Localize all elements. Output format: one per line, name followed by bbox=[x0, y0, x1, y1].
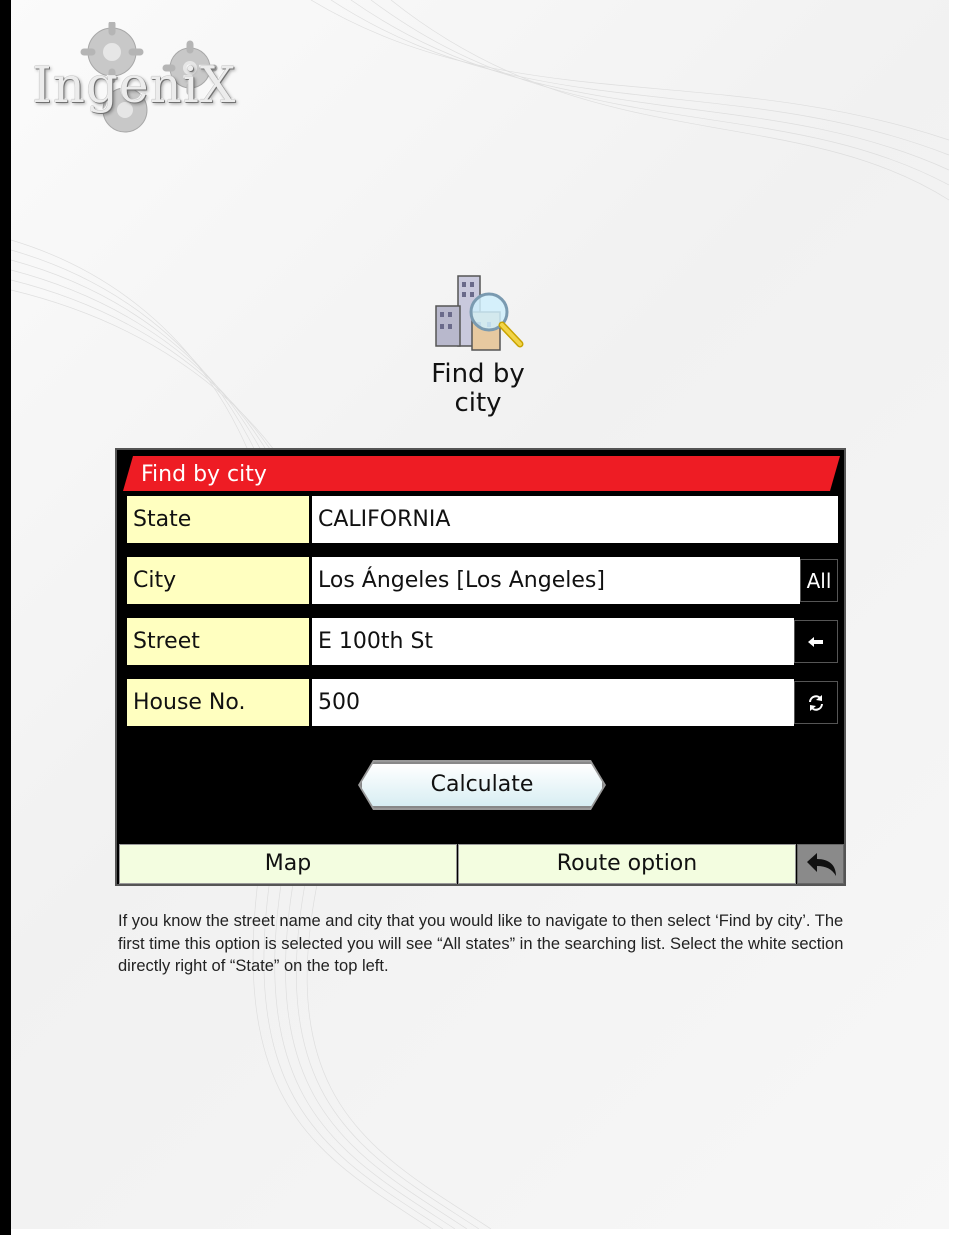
bottom-edge bbox=[11, 1229, 954, 1235]
title-bar: Find by city bbox=[123, 456, 840, 491]
calculate-button[interactable]: Calculate bbox=[360, 762, 604, 808]
right-edge bbox=[949, 0, 954, 1235]
map-button[interactable]: Map bbox=[119, 844, 457, 884]
brand-logo-text: IngeniX bbox=[32, 56, 237, 114]
back-button[interactable] bbox=[797, 844, 844, 884]
cycle-button[interactable] bbox=[794, 681, 838, 724]
house-row: House No. 500 bbox=[127, 679, 838, 726]
city-label: City bbox=[127, 557, 309, 604]
feature-label[interactable]: Find by city bbox=[380, 360, 576, 418]
route-option-button[interactable]: Route option bbox=[458, 844, 796, 884]
undo-arrow-icon bbox=[806, 853, 836, 876]
state-field[interactable]: CALIFORNIA bbox=[312, 496, 838, 543]
state-label: State bbox=[127, 496, 309, 543]
instruction-paragraph: If you know the street name and city tha… bbox=[118, 912, 844, 975]
house-field[interactable]: 500 bbox=[312, 679, 794, 726]
house-label: House No. bbox=[127, 679, 309, 726]
feature-label-line2: city bbox=[454, 388, 502, 418]
feature-label-line1: Find by bbox=[431, 359, 525, 389]
street-label: Street bbox=[127, 618, 309, 665]
left-border-bar bbox=[0, 0, 11, 1235]
find-by-city-screen: Find by city State CALIFORNIA City Los Á… bbox=[115, 448, 846, 886]
cycle-arrows-icon bbox=[809, 694, 823, 711]
arrow-left-icon bbox=[808, 636, 823, 647]
city-row: City Los Ángeles [Los Angeles] All bbox=[127, 557, 838, 604]
city-field[interactable]: Los Ángeles [Los Angeles] bbox=[312, 557, 800, 604]
screen-title: Find by city bbox=[141, 462, 267, 487]
bottom-bar: Map Route option bbox=[119, 844, 844, 884]
backspace-button[interactable] bbox=[794, 620, 838, 663]
state-row: State CALIFORNIA bbox=[127, 496, 838, 543]
all-button[interactable]: All bbox=[800, 559, 838, 602]
city-buildings-magnifier-icon bbox=[435, 275, 524, 351]
street-field[interactable]: E 100th St bbox=[312, 618, 794, 665]
street-row: Street E 100th St bbox=[127, 618, 838, 665]
